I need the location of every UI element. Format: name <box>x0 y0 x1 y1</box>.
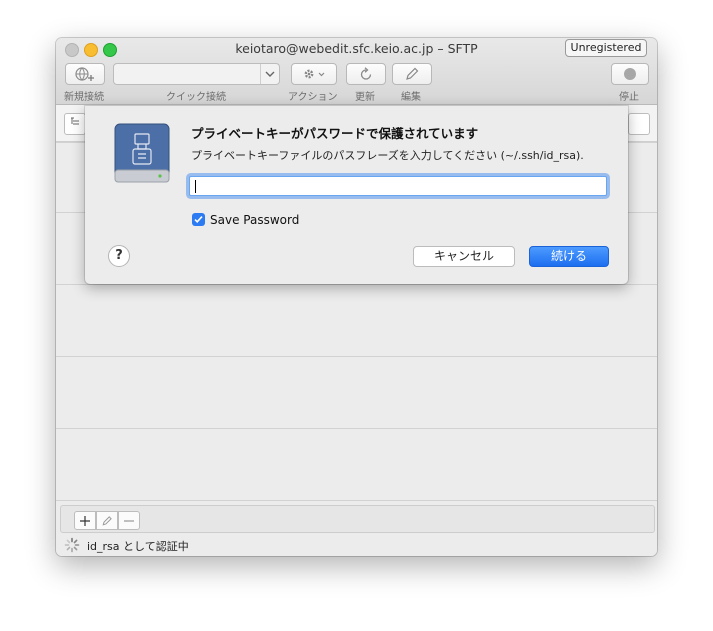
passphrase-dialog: プライベートキーがパスワードで保護されています プライベートキーファイルのパスフ… <box>85 106 628 284</box>
remove-bookmark-button[interactable] <box>118 511 140 530</box>
stop-icon <box>624 68 636 80</box>
edit-button[interactable] <box>392 63 432 85</box>
add-bookmark-button[interactable] <box>74 511 96 530</box>
plus-icon <box>80 515 90 526</box>
dialog-message: プライベートキーファイルのパスフレーズを入力してください (~/.ssh/id_… <box>191 149 584 162</box>
quick-connect-label: クイック接続 <box>166 92 226 103</box>
cancel-button[interactable]: キャンセル <box>413 246 515 267</box>
pencil-icon <box>406 67 419 80</box>
text-cursor <box>195 180 196 193</box>
globe-plus-icon <box>75 67 94 81</box>
save-password-checkbox[interactable] <box>192 213 205 226</box>
refresh-button[interactable] <box>346 63 386 85</box>
action-label: アクション <box>288 92 338 103</box>
status-text: id_rsa として認証中 <box>87 540 189 553</box>
new-connection-button[interactable] <box>65 63 105 85</box>
dialog-title: プライベートキーがパスワードで保護されています <box>191 126 479 141</box>
outline-view-icon[interactable] <box>64 113 86 135</box>
titlebar: keiotaro@webedit.sfc.keio.ac.jp – SFTP U… <box>56 38 657 105</box>
list-divider <box>56 284 657 285</box>
continue-button[interactable]: 続ける <box>529 246 609 267</box>
bookmark-actions-bar <box>60 505 655 533</box>
gear-icon <box>304 69 325 79</box>
edit-bookmark-button[interactable] <box>96 511 118 530</box>
stop-button[interactable] <box>611 63 649 85</box>
list-divider <box>56 356 657 357</box>
quick-connect-select[interactable] <box>113 63 280 85</box>
edit-label: 編集 <box>401 92 421 103</box>
list-divider <box>56 500 657 501</box>
action-button[interactable] <box>291 63 337 85</box>
new-connection-label: 新規接続 <box>64 92 104 103</box>
refresh-label: 更新 <box>355 92 375 103</box>
passphrase-input[interactable] <box>189 176 607 196</box>
stop-label: 停止 <box>619 92 639 103</box>
help-button[interactable]: ? <box>108 245 130 267</box>
unregistered-button[interactable]: Unregistered <box>565 39 647 57</box>
list-divider <box>56 428 657 429</box>
refresh-icon <box>360 67 372 80</box>
search-box[interactable] <box>628 113 650 135</box>
save-password-label[interactable]: Save Password <box>210 213 299 227</box>
spinner-icon <box>64 537 80 553</box>
checkmark-icon <box>194 216 203 223</box>
minus-icon <box>124 519 134 522</box>
status-bar: id_rsa として認証中 <box>56 534 657 556</box>
pencil-icon <box>102 515 112 525</box>
drive-icon <box>114 123 170 183</box>
chevron-down-icon <box>260 64 279 84</box>
